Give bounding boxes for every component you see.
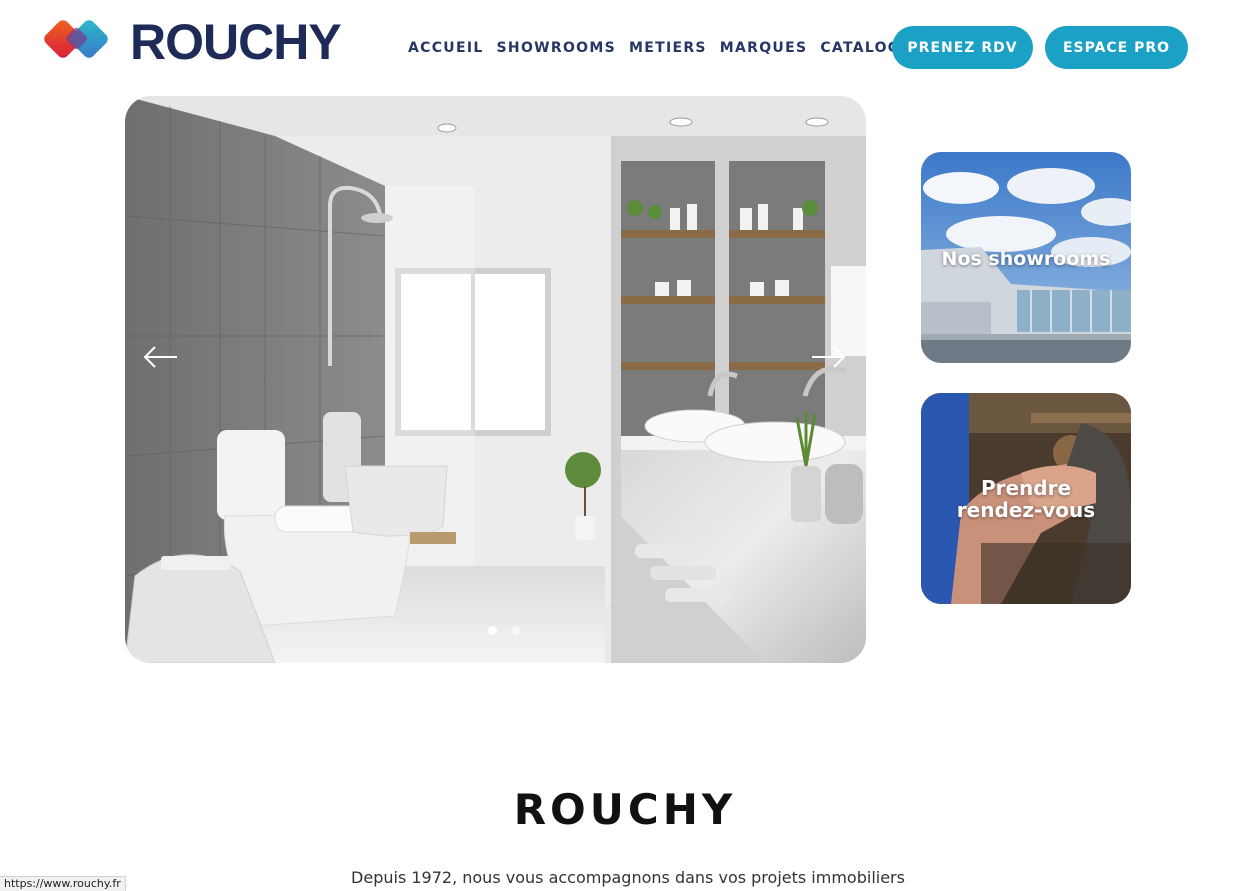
showrooms-card[interactable]: Nos showrooms [921, 152, 1131, 363]
bathroom-image [125, 96, 866, 663]
logo-text: ROUCHY [130, 14, 342, 70]
intro-title: ROUCHY [513, 785, 737, 834]
arrow-left-icon [143, 346, 177, 368]
main-nav: ACCUEIL SHOWROOMS METIERS MARQUES CATALO… [408, 38, 936, 58]
nav-item-marques[interactable]: MARQUES [720, 38, 808, 58]
rdv-card-label-line2: rendez-vous [956, 498, 1096, 522]
site-header: ROUCHY ACCUEIL SHOWROOMS METIERS MARQUES… [0, 0, 1250, 96]
slider-next-button[interactable] [808, 342, 848, 372]
logo-mark-icon [41, 16, 118, 68]
espace-pro-button[interactable]: ESPACE PRO [1045, 26, 1188, 69]
slider-dot[interactable] [511, 626, 520, 635]
logo[interactable]: ROUCHY [41, 14, 342, 70]
arrow-right-icon [812, 346, 846, 368]
prenez-rdv-button[interactable]: PRENEZ RDV [892, 26, 1033, 69]
status-bar-url: https://www.rouchy.fr [0, 876, 126, 891]
rendez-vous-card[interactable]: Prendre rendez-vous [921, 393, 1131, 604]
slider-prev-button[interactable] [141, 342, 181, 372]
nav-item-accueil[interactable]: ACCUEIL [408, 38, 484, 58]
nav-item-metiers[interactable]: METIERS [629, 38, 707, 58]
rdv-card-label: Prendre rendez-vous [921, 477, 1131, 521]
slider-dot[interactable] [488, 626, 497, 635]
showrooms-card-label: Nos showrooms [941, 248, 1111, 270]
nav-item-showrooms[interactable]: SHOWROOMS [497, 38, 616, 58]
hero-slider[interactable] [125, 96, 866, 663]
slider-dots [488, 626, 520, 635]
intro-text: Depuis 1972, nous vous accompagnons dans… [351, 868, 905, 887]
rdv-card-label-line1: Prendre [980, 476, 1072, 500]
